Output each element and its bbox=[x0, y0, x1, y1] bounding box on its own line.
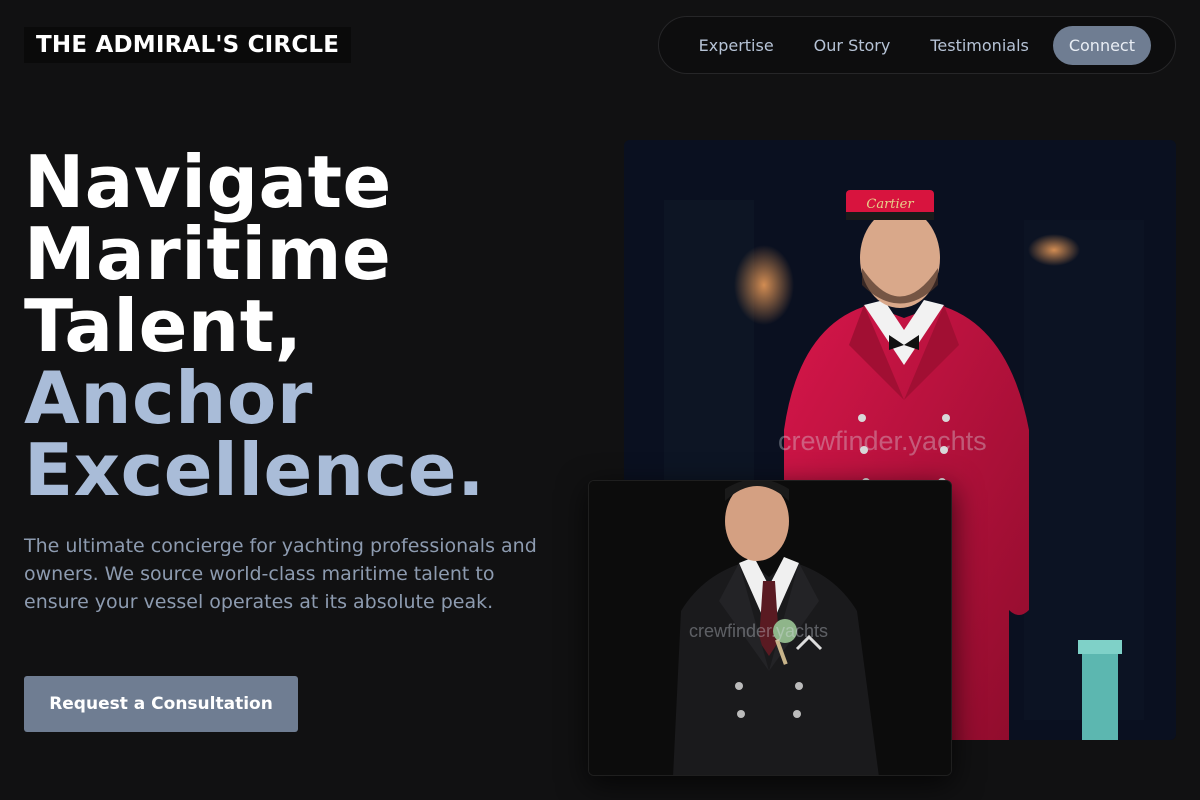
brand-logo[interactable]: THE ADMIRAL'S CIRCLE bbox=[24, 27, 352, 63]
image-watermark: crewfinder.yachts bbox=[689, 621, 829, 641]
hero-title-accent-line: Anchor bbox=[24, 356, 313, 440]
main-nav: Expertise Our Story Testimonials Connect bbox=[658, 16, 1176, 74]
hero-title-accent-line: Excellence. bbox=[24, 428, 485, 512]
hero-title-line: Talent, bbox=[24, 284, 303, 368]
hero-title-line: Maritime bbox=[24, 212, 392, 296]
nav-link-our-story[interactable]: Our Story bbox=[798, 26, 907, 65]
hero-title: Navigate Maritime Talent, Anchor Excelle… bbox=[24, 146, 485, 506]
brand-name: THE ADMIRAL'S CIRCLE bbox=[36, 32, 340, 58]
request-consultation-button[interactable]: Request a Consultation bbox=[24, 676, 298, 732]
hero-photo-suit: crewfinder.yachts bbox=[588, 480, 952, 776]
nav-link-testimonials[interactable]: Testimonials bbox=[914, 26, 1045, 65]
image-watermark: crewfinder.yachts bbox=[778, 426, 987, 456]
hero-subtitle: The ultimate concierge for yachting prof… bbox=[24, 535, 537, 613]
hero-title-line: Navigate bbox=[24, 140, 392, 224]
cap-label: Cartier bbox=[866, 197, 914, 212]
connect-button[interactable]: Connect bbox=[1052, 25, 1151, 65]
nav-link-expertise[interactable]: Expertise bbox=[683, 26, 790, 65]
